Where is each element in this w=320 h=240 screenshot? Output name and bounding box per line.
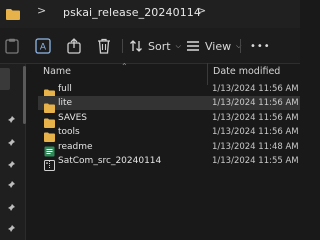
pin-icon[interactable] — [6, 203, 16, 213]
view-button[interactable]: View ⌵ — [186, 37, 241, 55]
breadcrumb-current[interactable]: pskai_release_20240114 — [63, 6, 201, 19]
delete-icon[interactable] — [97, 37, 111, 55]
file-row[interactable]: tools 1/13/2024 11:56 AM — [38, 125, 300, 142]
sort-button[interactable]: Sort ⌵ — [129, 37, 181, 55]
file-name: SatCom_src_20240114 — [58, 156, 162, 166]
file-row[interactable]: SatCom_src_20240114 1/13/2024 11:55 AM — [38, 154, 300, 171]
file-date-modified: 1/13/2024 11:48 AM — [212, 142, 299, 152]
more-options-button[interactable]: ••• — [250, 37, 271, 55]
column-header-row: Name ⌃ Date modified — [26, 62, 300, 85]
pin-icon[interactable] — [6, 180, 16, 190]
file-name: full — [58, 84, 72, 94]
file-date-modified: 1/13/2024 11:56 AM — [212, 98, 299, 108]
view-icon — [187, 41, 199, 51]
file-date-modified: 1/13/2024 11:55 AM — [212, 156, 299, 166]
paste-icon[interactable] — [5, 37, 19, 55]
file-name: readme — [58, 142, 93, 152]
pin-icon[interactable] — [6, 224, 16, 234]
file-name: lite — [58, 98, 73, 108]
file-name: SAVES — [58, 113, 88, 123]
toolbar-divider — [122, 39, 123, 53]
nav-item-selected[interactable] — [0, 68, 10, 90]
address-bar: > pskai_release_20240114 > — [0, 0, 300, 28]
pin-icon[interactable] — [6, 138, 16, 148]
column-header-date-modified[interactable]: Date modified — [213, 66, 280, 77]
file-row[interactable]: SAVES 1/13/2024 11:56 AM — [38, 111, 300, 128]
pin-icon[interactable] — [6, 160, 16, 170]
file-date-modified: 1/13/2024 11:56 AM — [212, 127, 299, 137]
chevron-right-icon[interactable]: > — [37, 4, 46, 17]
file-row[interactable]: readme 1/13/2024 11:48 AM — [38, 140, 300, 157]
folder-icon — [44, 127, 55, 142]
sort-label: Sort — [148, 39, 171, 53]
folder-icon — [44, 98, 55, 113]
command-bar: A Sort ⌵ View ⌵ ••• — [0, 28, 300, 64]
file-date-modified: 1/13/2024 11:56 AM — [212, 84, 299, 94]
toolbar-divider — [240, 39, 241, 53]
file-row-selected[interactable]: lite 1/13/2024 11:56 AM — [38, 96, 300, 113]
svg-text:A: A — [40, 43, 47, 53]
file-name: tools — [58, 127, 80, 137]
text-file-icon — [44, 142, 55, 157]
sort-icon — [130, 40, 142, 52]
folder-icon — [44, 113, 55, 128]
folder-icon — [44, 84, 55, 99]
chevron-right-icon[interactable]: > — [197, 4, 206, 17]
rename-icon[interactable]: A — [35, 37, 51, 55]
pin-icon[interactable] — [6, 115, 16, 125]
column-header-name[interactable]: Name — [43, 66, 71, 77]
file-row[interactable]: full 1/13/2024 11:56 AM — [38, 82, 300, 99]
sort-caret-icon: ⌃ — [121, 62, 128, 71]
share-icon[interactable] — [67, 37, 81, 55]
file-date-modified: 1/13/2024 11:56 AM — [212, 113, 299, 123]
chevron-down-icon: ⌵ — [175, 41, 181, 50]
view-label: View — [205, 39, 232, 53]
archive-file-icon — [44, 156, 55, 171]
folder-icon — [6, 5, 20, 20]
